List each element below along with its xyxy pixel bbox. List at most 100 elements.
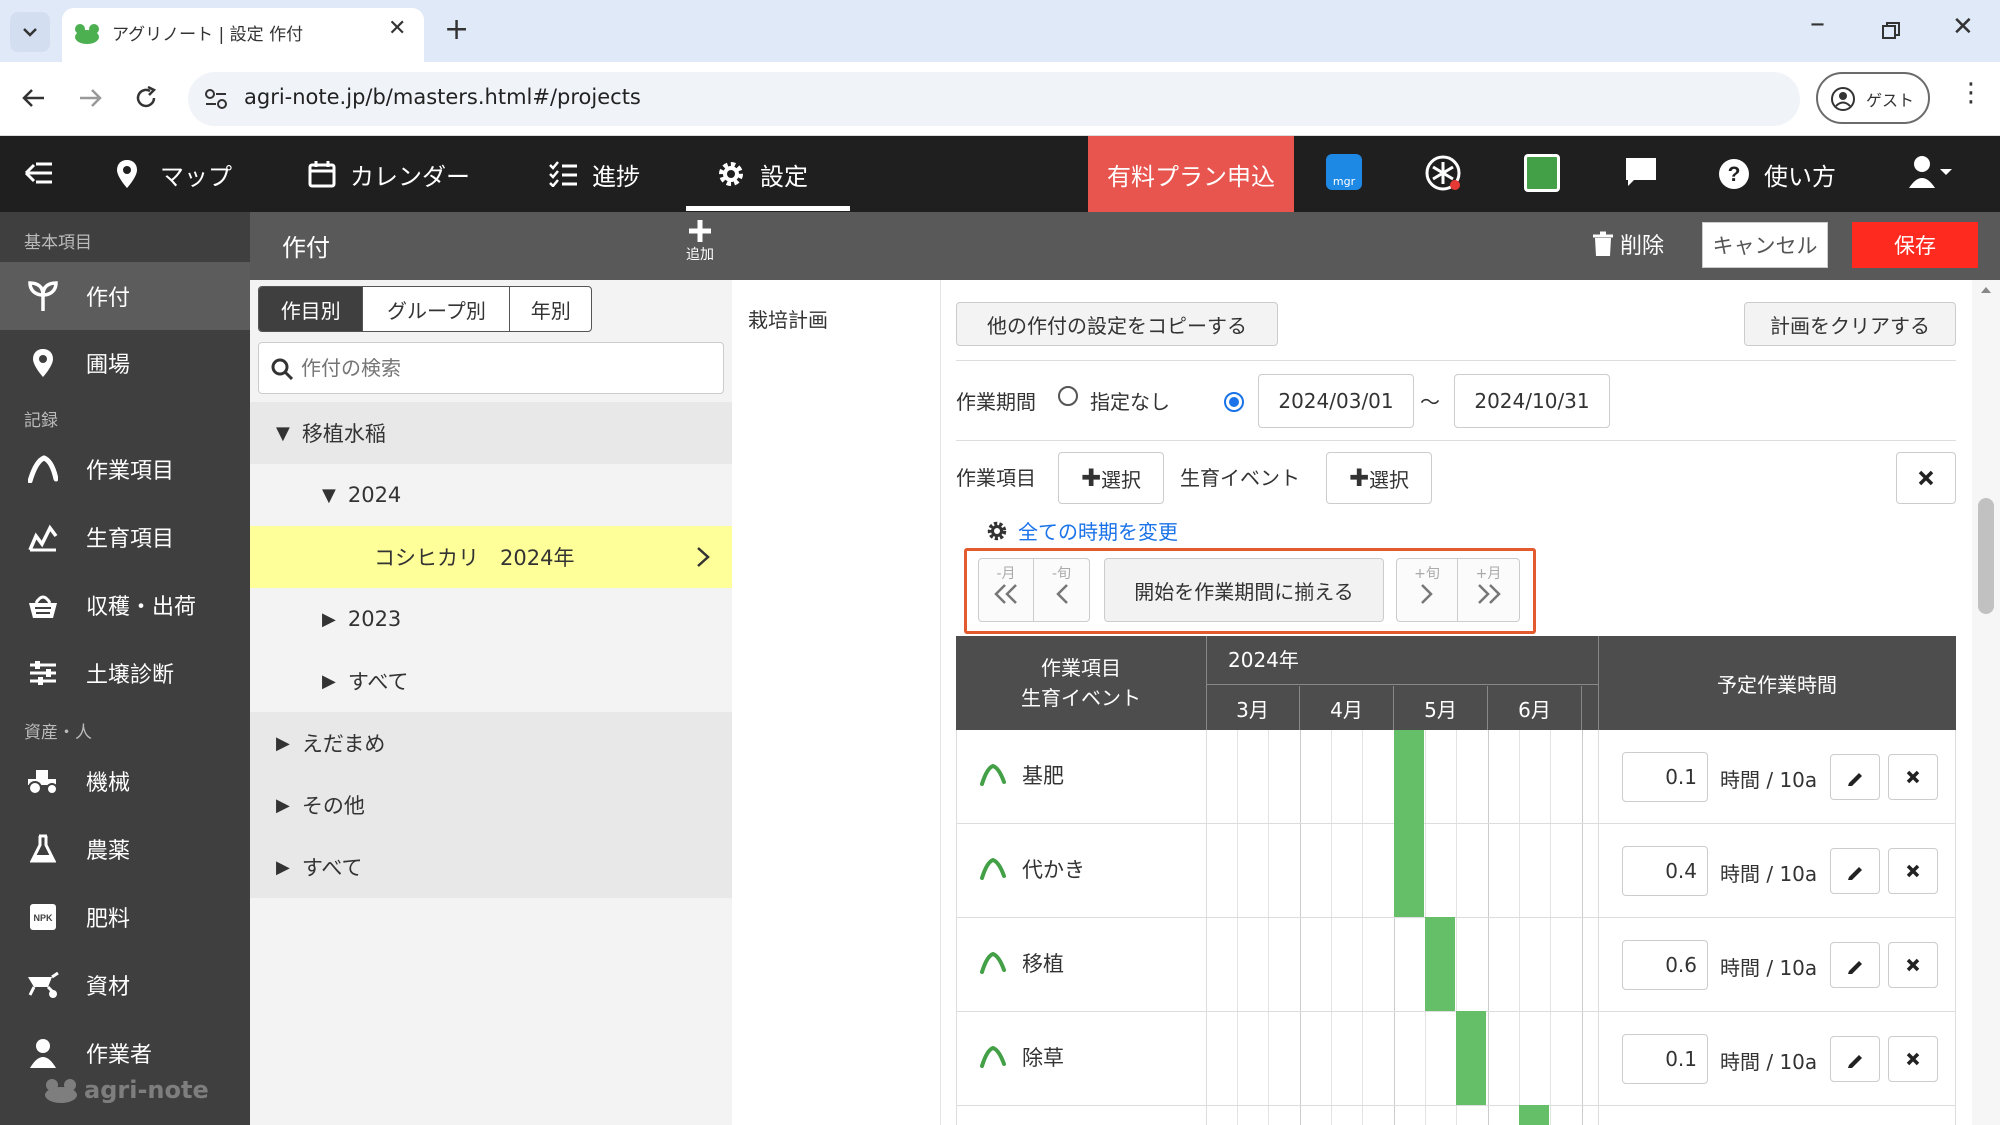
tree-item-transplant-rice[interactable]: ▼ 移植水稲	[250, 402, 732, 464]
help-link[interactable]: ? 使い方	[1718, 136, 1836, 212]
weather-app-icon[interactable]	[1424, 154, 1464, 192]
nav-map[interactable]: マップ	[116, 136, 232, 212]
change-all-periods-link[interactable]: 全ての時期を変更	[986, 516, 1178, 545]
sidebar-item-materials[interactable]: 資材	[0, 954, 250, 1016]
tab-by-group[interactable]: グループ別	[362, 287, 509, 331]
scrollbar-thumb[interactable]	[1978, 498, 1994, 614]
tree-item-koshihikari-2024[interactable]: コシヒカリ 2024年	[250, 526, 732, 588]
tab-by-year[interactable]: 年別	[509, 287, 591, 331]
sidebar-item-harvest[interactable]: 収穫・出荷	[0, 574, 250, 636]
url-text: agri-note.jp/b/masters.html#/projects	[244, 85, 641, 109]
prev-month-button[interactable]: -月	[978, 558, 1034, 622]
select-task-button[interactable]: ✚ 選択	[1058, 452, 1164, 504]
browser-tab[interactable]: アグリノート | 設定 作付 ✕	[62, 8, 424, 62]
select-event-button[interactable]: ✚ 選択	[1326, 452, 1432, 504]
nav-calendar[interactable]: カレンダー	[308, 136, 470, 212]
prev-dekad-button[interactable]: -旬	[1034, 558, 1090, 622]
delete-row-button[interactable]	[1888, 942, 1938, 988]
period-none-radio[interactable]	[1058, 386, 1078, 406]
sidebar-item-fields[interactable]: 圃場	[0, 332, 250, 394]
site-settings-icon[interactable]	[204, 88, 228, 110]
close-window-button[interactable]: ✕	[1952, 12, 1974, 42]
edit-button[interactable]	[1830, 754, 1880, 800]
tree-item-2024[interactable]: ▼ 2024	[250, 464, 732, 526]
edit-button[interactable]	[1830, 942, 1880, 988]
chat-icon[interactable]	[1624, 156, 1658, 188]
sidebar-item-fertilizer[interactable]: NPK 肥料	[0, 886, 250, 948]
clear-plan-button[interactable]: 計画をクリアする	[1744, 302, 1956, 346]
back-arrow-icon[interactable]	[22, 88, 46, 108]
cancel-button[interactable]: キャンセル	[1702, 222, 1828, 268]
tree-item-edamame[interactable]: ▶ えだまめ	[250, 712, 732, 774]
period-start-input[interactable]: 2024/03/01	[1258, 374, 1414, 428]
tab-search-button[interactable]	[10, 12, 50, 52]
scrollbar[interactable]	[1972, 280, 2000, 1125]
sidebar-item-crops[interactable]: 作付	[0, 262, 250, 330]
user-menu-icon[interactable]	[1908, 154, 1952, 190]
browser-menu-icon[interactable]: ⋮	[1958, 80, 1984, 106]
period-range-radio[interactable]	[1224, 392, 1244, 412]
url-bar[interactable]: agri-note.jp/b/masters.html#/projects	[188, 72, 1800, 126]
tree-item-2023[interactable]: ▶ 2023	[250, 588, 732, 650]
restore-button[interactable]	[1882, 22, 1900, 40]
close-icon	[1906, 1052, 1920, 1066]
nav-progress[interactable]: 進捗	[548, 136, 640, 212]
tree-item-all-rice[interactable]: ▶ すべて	[250, 650, 732, 712]
schedule-bar[interactable]	[1456, 1011, 1486, 1105]
scroll-up-icon[interactable]	[1980, 286, 1992, 294]
edit-button[interactable]	[1830, 848, 1880, 894]
tab-by-crop[interactable]: 作目別	[259, 287, 363, 331]
tab-close-icon[interactable]: ✕	[388, 16, 406, 41]
paid-plan-button[interactable]: 有料プラン申込	[1088, 136, 1294, 212]
task-name: 代かき	[1022, 858, 1085, 882]
guest-profile-button[interactable]: ゲスト	[1816, 72, 1930, 124]
delete-row-button[interactable]	[1888, 848, 1938, 894]
sidebar-item-workers[interactable]: 作業者	[0, 1022, 250, 1084]
caret-right-icon: ▶	[276, 856, 290, 878]
mgr-app-icon[interactable]: mgr	[1326, 154, 1362, 190]
next-month-button[interactable]: +月	[1458, 558, 1520, 622]
schedule-bar[interactable]	[1519, 1105, 1549, 1125]
time-input[interactable]: 0.4	[1622, 846, 1708, 896]
save-button[interactable]: 保存	[1852, 222, 1978, 268]
schedule-bar[interactable]	[1425, 917, 1455, 1011]
edit-button[interactable]	[1830, 1036, 1880, 1082]
delete-row-button[interactable]	[1888, 1036, 1938, 1082]
crop-search-field[interactable]	[258, 342, 724, 394]
sidebar-item-pesticides[interactable]: 農薬	[0, 818, 250, 880]
delete-row-button[interactable]	[1888, 754, 1938, 800]
report-app-icon[interactable]	[1524, 154, 1560, 192]
schedule-bar[interactable]	[1394, 730, 1424, 823]
nav-settings[interactable]: 設定	[716, 136, 808, 212]
sidebar-item-machines[interactable]: 機械	[0, 750, 250, 812]
time-input[interactable]: 0.6	[1622, 940, 1708, 990]
forward-arrow-icon[interactable]	[78, 88, 102, 108]
new-tab-button[interactable]: +	[444, 12, 469, 47]
sidebar-item-growth[interactable]: 生育項目	[0, 506, 250, 568]
schedule-bar[interactable]	[1394, 823, 1424, 917]
time-input[interactable]: 0.1	[1622, 1034, 1708, 1084]
time-unit: 時間 / 10a	[1720, 862, 1818, 886]
reload-icon[interactable]	[134, 86, 158, 110]
tree-item-other[interactable]: ▶ その他	[250, 774, 732, 836]
period-end-input[interactable]: 2024/10/31	[1454, 374, 1610, 428]
collapse-menu-icon[interactable]	[22, 160, 56, 186]
next-dekad-button[interactable]: +旬	[1396, 558, 1458, 622]
header-planned-time: 予定作業時間	[1717, 672, 1837, 697]
select-label: 選択	[1369, 467, 1410, 492]
remove-plan-button[interactable]	[1896, 452, 1956, 504]
grid-line	[1300, 730, 1301, 1125]
caret-down-icon: ▼	[276, 422, 290, 444]
sidebar-item-soil[interactable]: 土壌診断	[0, 642, 250, 704]
tree-item-all[interactable]: ▶ すべて	[250, 836, 732, 898]
sidebar-item-tasks[interactable]: 作業項目	[0, 438, 250, 500]
delete-button[interactable]: 削除	[1592, 228, 1664, 260]
time-input[interactable]: 0.1	[1622, 752, 1708, 802]
align-to-period-button[interactable]: 開始を作業期間に揃える	[1104, 558, 1384, 622]
add-button[interactable]: 追加	[680, 218, 720, 264]
search-input[interactable]	[301, 353, 701, 383]
minimize-button[interactable]: –	[1810, 6, 1825, 41]
grid-line	[1331, 730, 1332, 1125]
close-icon	[1918, 470, 1934, 486]
copy-settings-button[interactable]: 他の作付の設定をコピーする	[956, 302, 1278, 346]
